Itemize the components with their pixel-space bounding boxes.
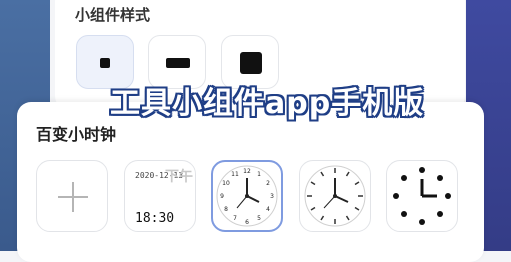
clock-ampm: 下午 xyxy=(165,169,193,185)
svg-text:5: 5 xyxy=(257,215,261,222)
clock-time: 18:30 xyxy=(135,211,175,226)
small-square-icon xyxy=(100,58,110,68)
svg-text:2: 2 xyxy=(266,180,270,187)
clock-section-title: 百变小时钟 xyxy=(36,125,117,144)
svg-text:6: 6 xyxy=(245,219,249,226)
svg-text:10: 10 xyxy=(222,180,230,187)
widget-style-title: 小组件样式 xyxy=(75,6,151,24)
digital-clock-tile[interactable]: 2020-12-13 下午 18:30 xyxy=(124,160,196,232)
svg-text:9: 9 xyxy=(220,193,224,200)
svg-text:3: 3 xyxy=(270,193,274,200)
add-clock-tile[interactable] xyxy=(36,160,108,232)
svg-text:7: 7 xyxy=(233,215,237,222)
analog-clock-face-icon: 12 12 345 678 91011 xyxy=(216,165,278,227)
svg-text:12: 12 xyxy=(243,168,251,175)
svg-text:8: 8 xyxy=(224,206,228,213)
analog-clock-tile-1[interactable]: 12 1 2 345 678 9 10 11 xyxy=(211,160,283,232)
wide-bar-icon xyxy=(166,58,190,68)
dots-clock-icon xyxy=(393,167,451,225)
analog-clock-ticks-icon xyxy=(304,165,366,227)
large-square-icon xyxy=(240,52,262,74)
dots-clock-tile[interactable] xyxy=(386,160,458,232)
svg-text:4: 4 xyxy=(266,206,270,213)
svg-text:11: 11 xyxy=(231,171,239,178)
svg-text:1: 1 xyxy=(257,171,261,178)
watermark-text: 工具小组件app手机版 xyxy=(110,86,425,121)
analog-clock-tile-2[interactable] xyxy=(299,160,371,232)
